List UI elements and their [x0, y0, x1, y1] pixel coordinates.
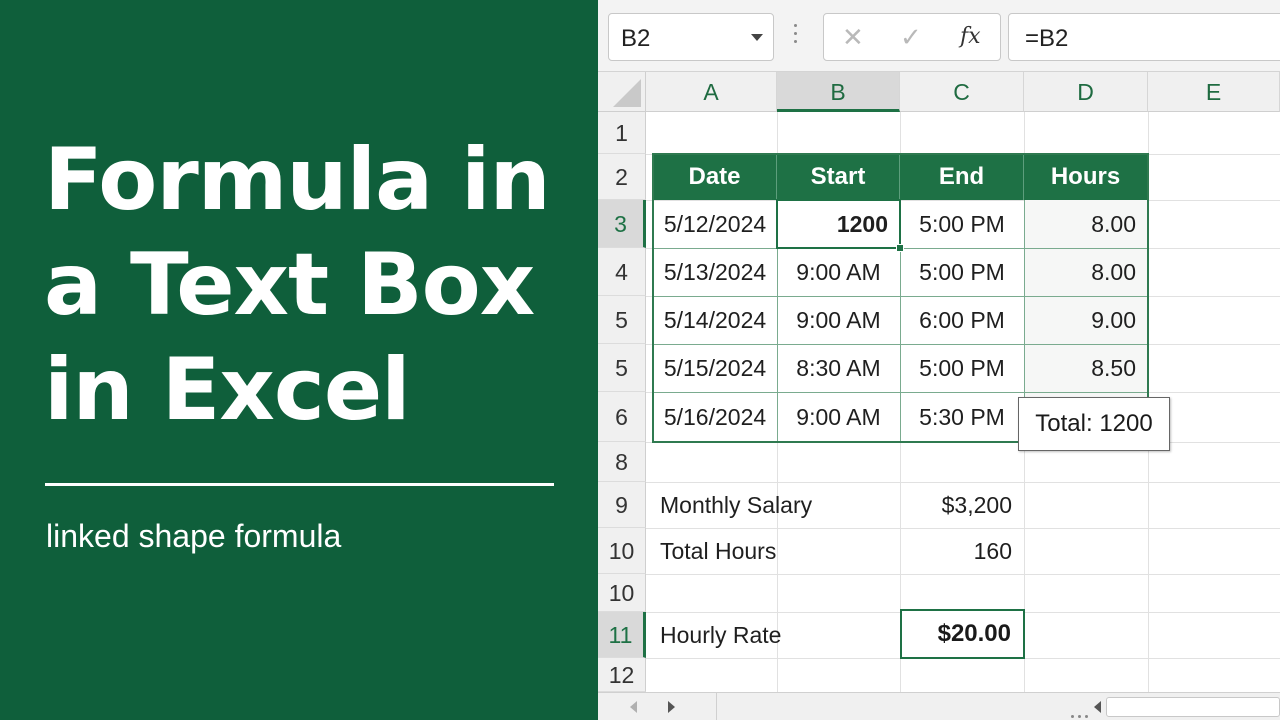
table-cell[interactable]: 5:30 PM	[900, 392, 1024, 442]
total-hours-value[interactable]: 160	[900, 528, 1024, 574]
row-header-11[interactable]: 11	[598, 612, 646, 658]
title-banner: Formula in a Text Box in Excel linked sh…	[0, 0, 598, 720]
cancel-icon[interactable]: ✕	[842, 22, 864, 53]
column-header-e[interactable]: E	[1148, 72, 1280, 112]
table-header-start[interactable]: Start	[777, 154, 900, 200]
table-cell[interactable]: 5/16/2024	[653, 392, 777, 442]
table-cell[interactable]: 8.00	[1024, 200, 1148, 248]
excel-window: B2 ✕ ✓ fx =B2 A B C D E 1 2 3 4 5 5 6 8 …	[598, 0, 1280, 720]
banner-title-line-1: Formula in	[44, 130, 551, 230]
row-header-3[interactable]: 3	[598, 200, 646, 248]
table-cell[interactable]: 5/13/2024	[653, 248, 777, 296]
banner-title: Formula in a Text Box in Excel	[44, 128, 584, 443]
worksheet-grid: A B C D E 1 2 3 4 5 5 6 8 9 10 10 11 12	[598, 72, 1280, 692]
table-cell[interactable]: 9:00 AM	[777, 392, 900, 442]
horizontal-scrollbar[interactable]	[598, 692, 1280, 720]
row-header-1[interactable]: 1	[598, 112, 646, 154]
scroll-left-icon[interactable]	[630, 701, 637, 713]
chevron-down-icon[interactable]	[751, 34, 763, 41]
hourly-rate-label[interactable]: Hourly Rate	[646, 612, 900, 658]
gridline	[646, 574, 1280, 575]
table-cell[interactable]: 5/14/2024	[653, 296, 777, 344]
row-header-8[interactable]: 8	[598, 442, 646, 482]
table-cell[interactable]: 8.00	[1024, 248, 1148, 296]
table-cell[interactable]: 9.00	[1024, 296, 1148, 344]
row-header-4[interactable]: 4	[598, 248, 646, 296]
name-box-value: B2	[621, 25, 651, 52]
column-header-c[interactable]: C	[900, 72, 1024, 112]
banner-title-line-2: a Text Box	[44, 235, 535, 335]
formula-text: =B2	[1025, 25, 1069, 52]
banner-subtitle: linked shape formula	[46, 518, 342, 554]
formula-input[interactable]: =B2	[1008, 13, 1280, 61]
column-header-b[interactable]: B	[777, 72, 900, 112]
formula-buttons: ✕ ✓ fx	[823, 13, 1001, 61]
table-gridline	[653, 344, 1148, 345]
table-gridline	[653, 248, 1148, 249]
drag-handle-icon[interactable]	[794, 24, 798, 48]
total-hours-label[interactable]: Total Hours	[646, 528, 900, 574]
scroll-right-icon[interactable]	[668, 701, 675, 713]
monthly-salary-value[interactable]: $3,200	[900, 482, 1024, 528]
table-cell[interactable]: 5:00 PM	[900, 344, 1024, 392]
table-cell[interactable]: 9:00 AM	[777, 248, 900, 296]
row-header-10a[interactable]: 10	[598, 528, 646, 574]
insert-function-icon[interactable]: fx	[960, 24, 981, 49]
drag-handle-icon[interactable]	[1071, 705, 1092, 720]
column-header-a[interactable]: A	[646, 72, 777, 112]
table-cell[interactable]: 6:00 PM	[900, 296, 1024, 344]
banner-divider	[45, 483, 554, 486]
monthly-salary-label[interactable]: Monthly Salary	[646, 482, 900, 528]
table-gridline	[653, 392, 1148, 393]
table-cell[interactable]: 8.50	[1024, 344, 1148, 392]
table-cell[interactable]: 5/15/2024	[653, 344, 777, 392]
row-header-5a[interactable]: 5	[598, 296, 646, 344]
row-header-6[interactable]: 6	[598, 392, 646, 442]
row-header-10b[interactable]: 10	[598, 574, 646, 612]
table-gridline	[900, 200, 901, 442]
row-header-2[interactable]: 2	[598, 154, 646, 200]
hourly-rate-value[interactable]: $20.00	[900, 609, 1025, 659]
table-cell[interactable]: 5/12/2024	[653, 200, 777, 248]
formula-bar: B2 ✕ ✓ fx =B2	[598, 0, 1280, 72]
row-header-12[interactable]: 12	[598, 658, 646, 692]
table-header-hours[interactable]: Hours	[1024, 154, 1148, 200]
table-cell[interactable]: 5:00 PM	[900, 200, 1024, 248]
table-gridline	[653, 296, 1148, 297]
scrollbar-thumb[interactable]	[1106, 697, 1280, 717]
table-cell[interactable]: 8:30 AM	[777, 344, 900, 392]
banner-title-line-3: in Excel	[44, 340, 411, 440]
enter-icon[interactable]: ✓	[900, 22, 922, 53]
scroll-left-icon[interactable]	[1094, 701, 1101, 713]
table-cell[interactable]: 9:00 AM	[777, 296, 900, 344]
column-header-d[interactable]: D	[1024, 72, 1148, 112]
row-header-5b[interactable]: 5	[598, 344, 646, 392]
linked-text-box[interactable]: Total: 1200	[1018, 397, 1170, 451]
table-gridline	[777, 200, 778, 442]
row-header-9[interactable]: 9	[598, 482, 646, 528]
table-header-date[interactable]: Date	[653, 154, 777, 200]
table-cell[interactable]: 5:00 PM	[900, 248, 1024, 296]
select-all-button[interactable]	[598, 72, 646, 112]
gridline	[646, 442, 1280, 443]
name-box[interactable]: B2	[608, 13, 774, 61]
scrollbar-divider	[716, 693, 717, 720]
table-header-end[interactable]: End	[900, 154, 1024, 200]
table-cell[interactable]: 1200	[777, 200, 900, 248]
